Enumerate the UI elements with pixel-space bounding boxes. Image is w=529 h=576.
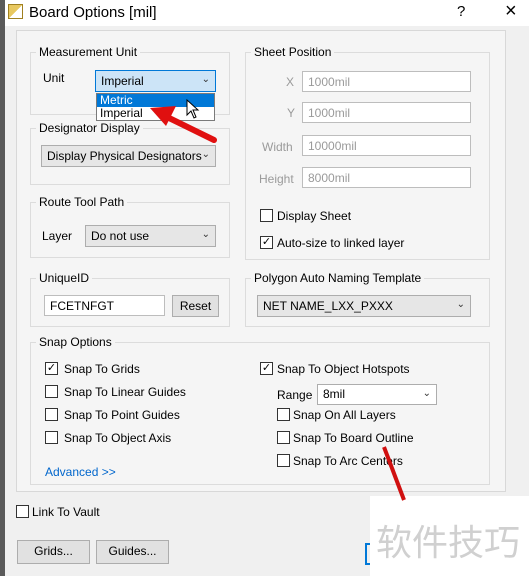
red-arrow-line-icon [382, 446, 406, 501]
annotation-arrows [150, 106, 406, 501]
red-arrow-icon [150, 106, 217, 143]
